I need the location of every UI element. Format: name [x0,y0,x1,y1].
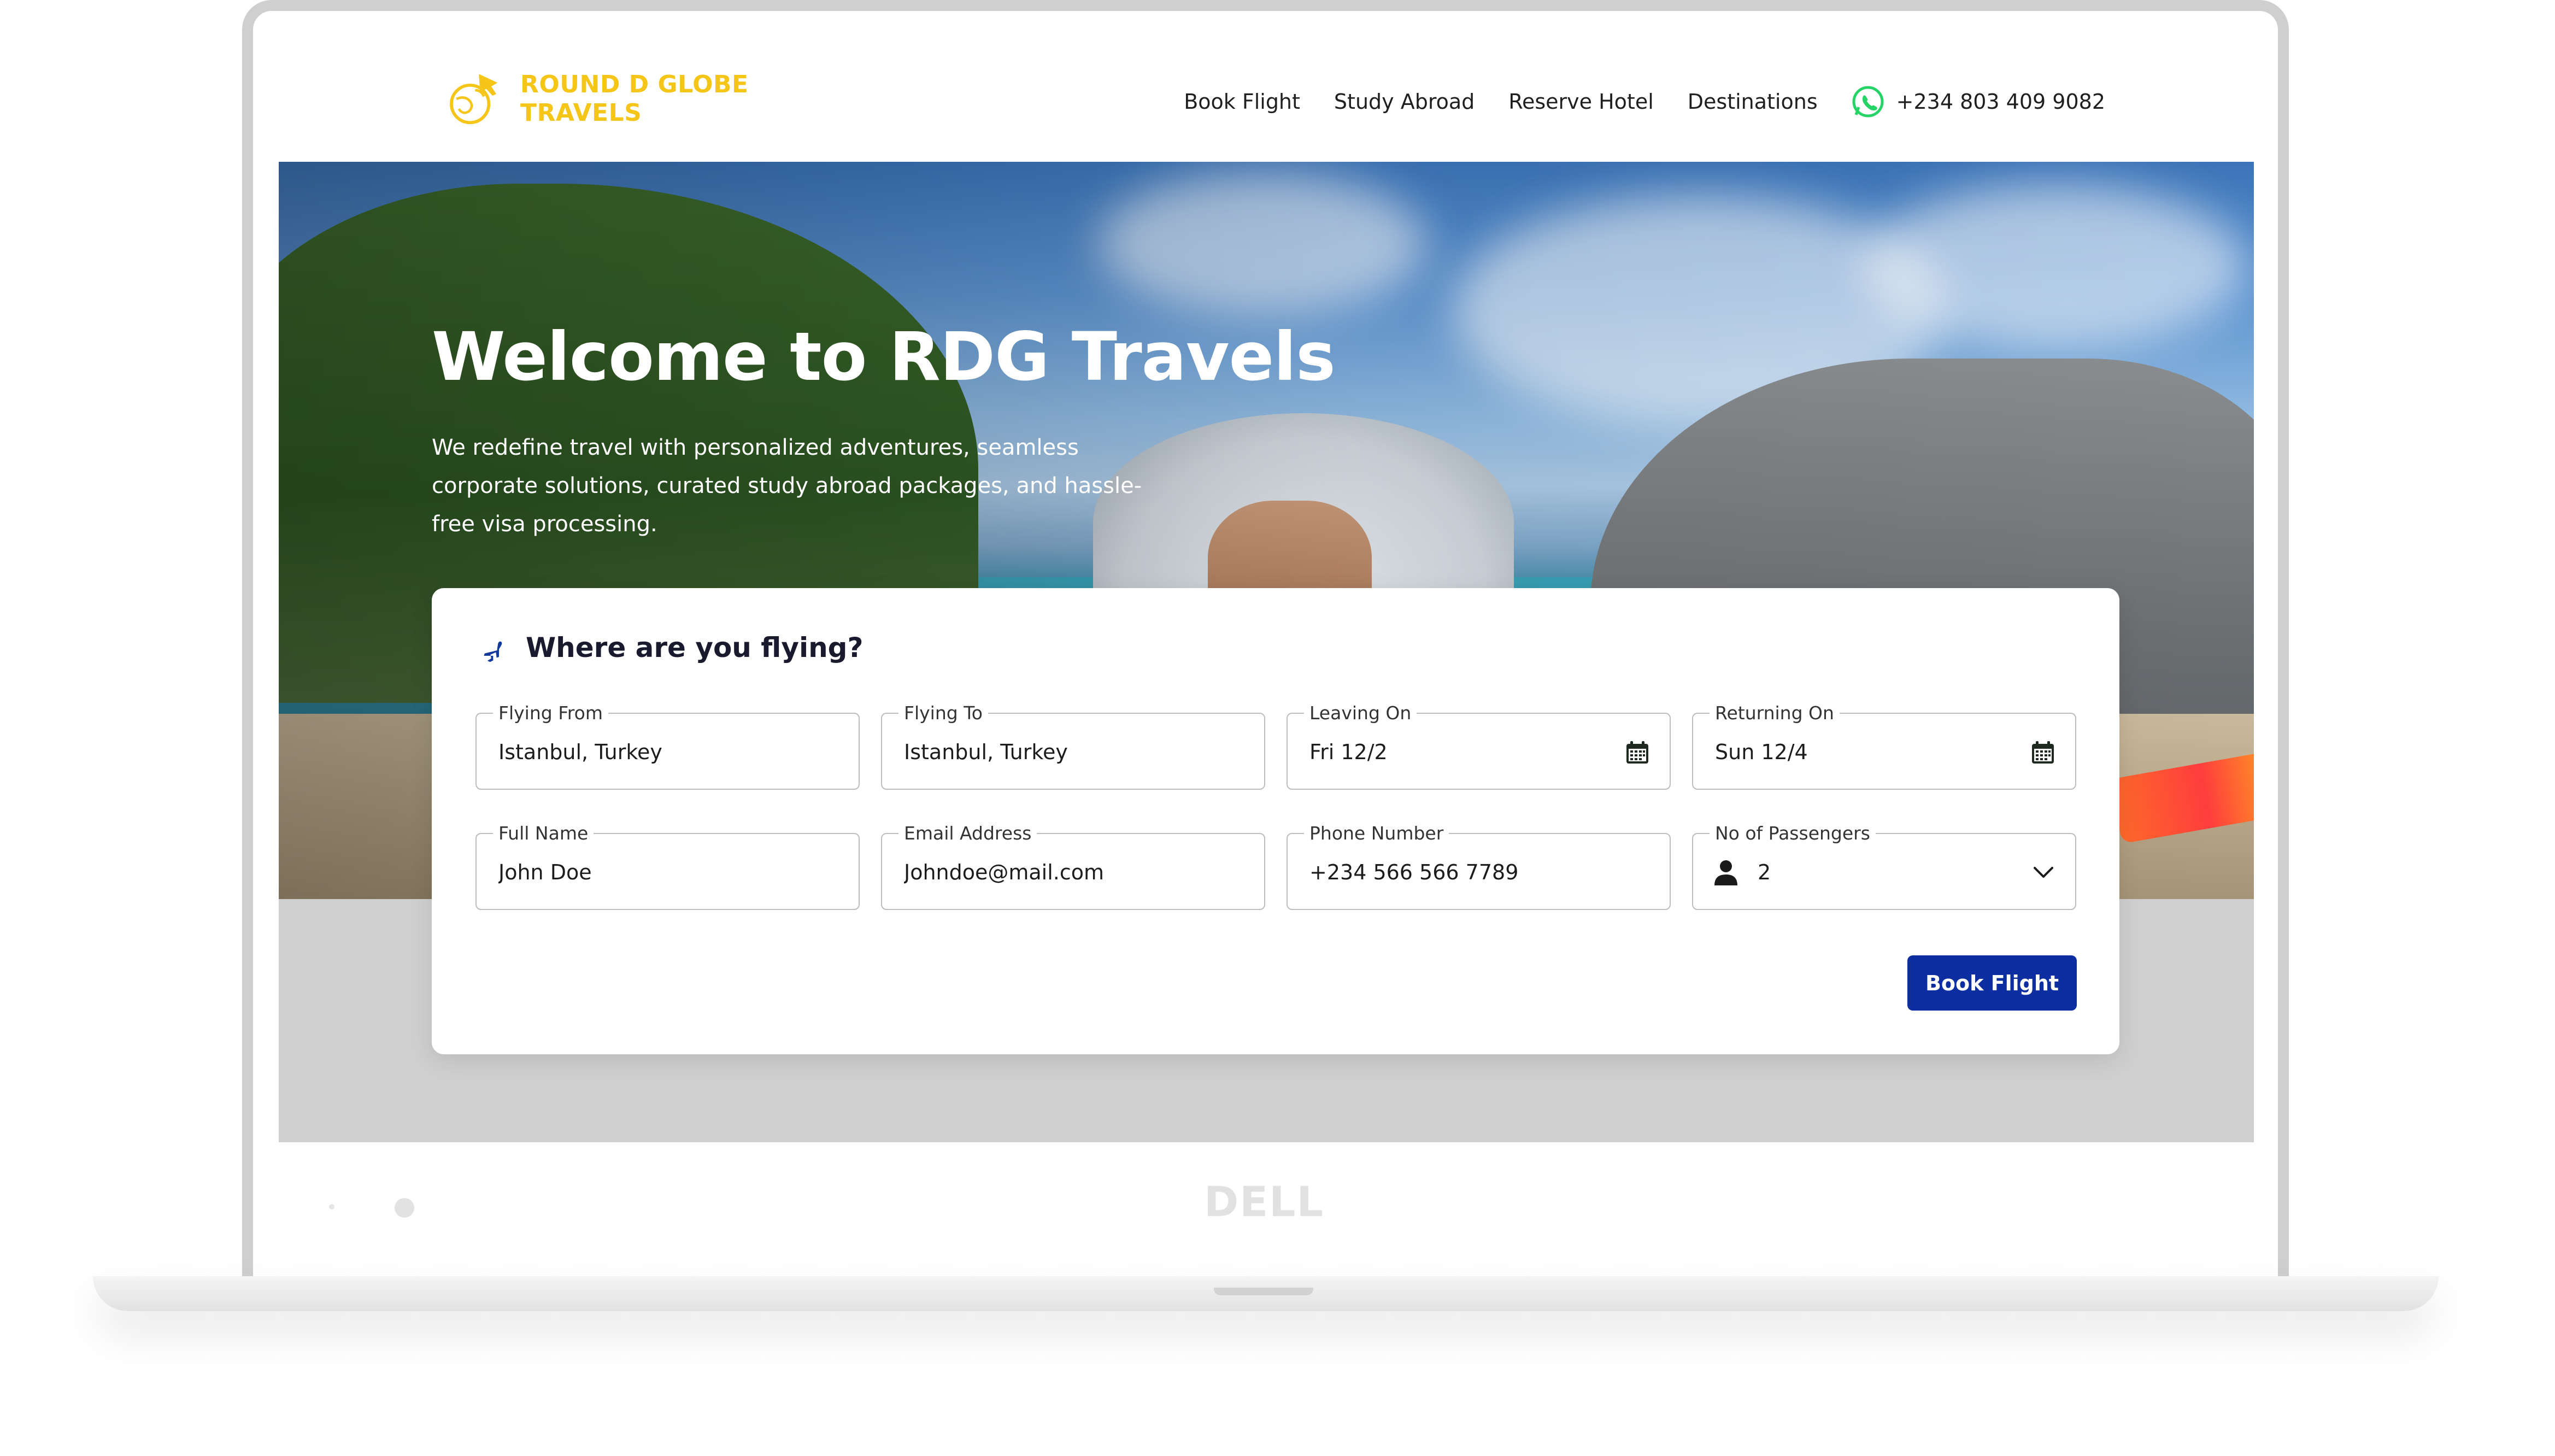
full-name-field[interactable]: Full Name [475,822,860,910]
nav-menu: Book Flight Study Abroad Reserve Hotel D… [1150,84,2105,119]
phone-label: Phone Number [1304,822,1449,845]
phone-field[interactable]: Phone Number [1287,822,1671,910]
leaving-on-label: Leaving On [1304,702,1417,725]
top-navbar: ROUND D GLOBE TRAVELS Book Flight Study … [279,13,2254,162]
airplane-icon [484,641,502,662]
user-icon [1714,860,1737,885]
leaving-on-input[interactable] [1309,740,1616,764]
laptop-notch [1214,1288,1313,1295]
camera [395,1198,414,1218]
flying-from-field[interactable]: Flying From [475,702,860,790]
booking-title: Where are you flying? [526,632,864,664]
returning-on-field[interactable]: Returning On [1692,702,2076,790]
nav-phone-number: +234 803 409 9082 [1896,90,2105,114]
hero-title: Welcome to RDG Travels [432,318,1336,396]
flying-to-label: Flying To [898,702,988,725]
returning-on-label: Returning On [1710,702,1840,725]
email-input[interactable] [904,860,1210,884]
chevron-down-icon[interactable] [2030,859,2057,885]
dell-logo: DELL [1204,1177,1324,1226]
nav-link-study-abroad[interactable]: Study Abroad [1334,90,1475,114]
brand-name: ROUND D GLOBE TRAVELS [520,71,749,127]
flying-from-label: Flying From [493,702,608,725]
calendar-icon[interactable] [1624,739,1651,766]
camera-sensor [329,1204,334,1210]
full-name-input[interactable] [498,860,804,884]
email-label: Email Address [898,822,1037,845]
nav-phone-contact[interactable]: +234 803 409 9082 [1851,84,2105,119]
returning-on-input[interactable] [1715,740,2021,764]
nav-link-destinations[interactable]: Destinations [1688,90,1818,114]
brand-name-line1: ROUND D GLOBE [520,71,749,98]
booking-header: Where are you flying? [475,632,863,664]
email-field[interactable]: Email Address [881,822,1265,910]
brand-name-line2: TRAVELS [520,99,642,127]
globe-plane-icon [450,74,498,125]
leaving-on-field[interactable]: Leaving On [1287,702,1671,790]
passengers-value: 2 [1758,860,1771,884]
phone-input[interactable] [1309,860,1616,884]
brand-logo[interactable]: ROUND D GLOBE TRAVELS [443,68,749,130]
flying-to-field[interactable]: Flying To [881,702,1265,790]
nav-link-book-flight[interactable]: Book Flight [1184,90,1300,114]
flying-from-input[interactable] [498,740,804,764]
browser-viewport: ROUND D GLOBE TRAVELS Book Flight Study … [279,13,2254,1142]
whatsapp-icon [1852,86,1884,118]
calendar-icon[interactable] [2029,739,2057,766]
full-name-label: Full Name [493,822,594,845]
flying-to-input[interactable] [904,740,1210,764]
passengers-select[interactable]: No of Passengers 2 [1692,822,2076,910]
book-flight-button[interactable]: Book Flight [1907,955,2077,1011]
passengers-label: No of Passengers [1710,822,1876,845]
nav-link-reserve-hotel[interactable]: Reserve Hotel [1508,90,1653,114]
hero-description: We redefine travel with personalized adv… [432,435,1142,537]
flight-booking-card: Where are you flying? Flying From Flying… [432,588,2119,1054]
